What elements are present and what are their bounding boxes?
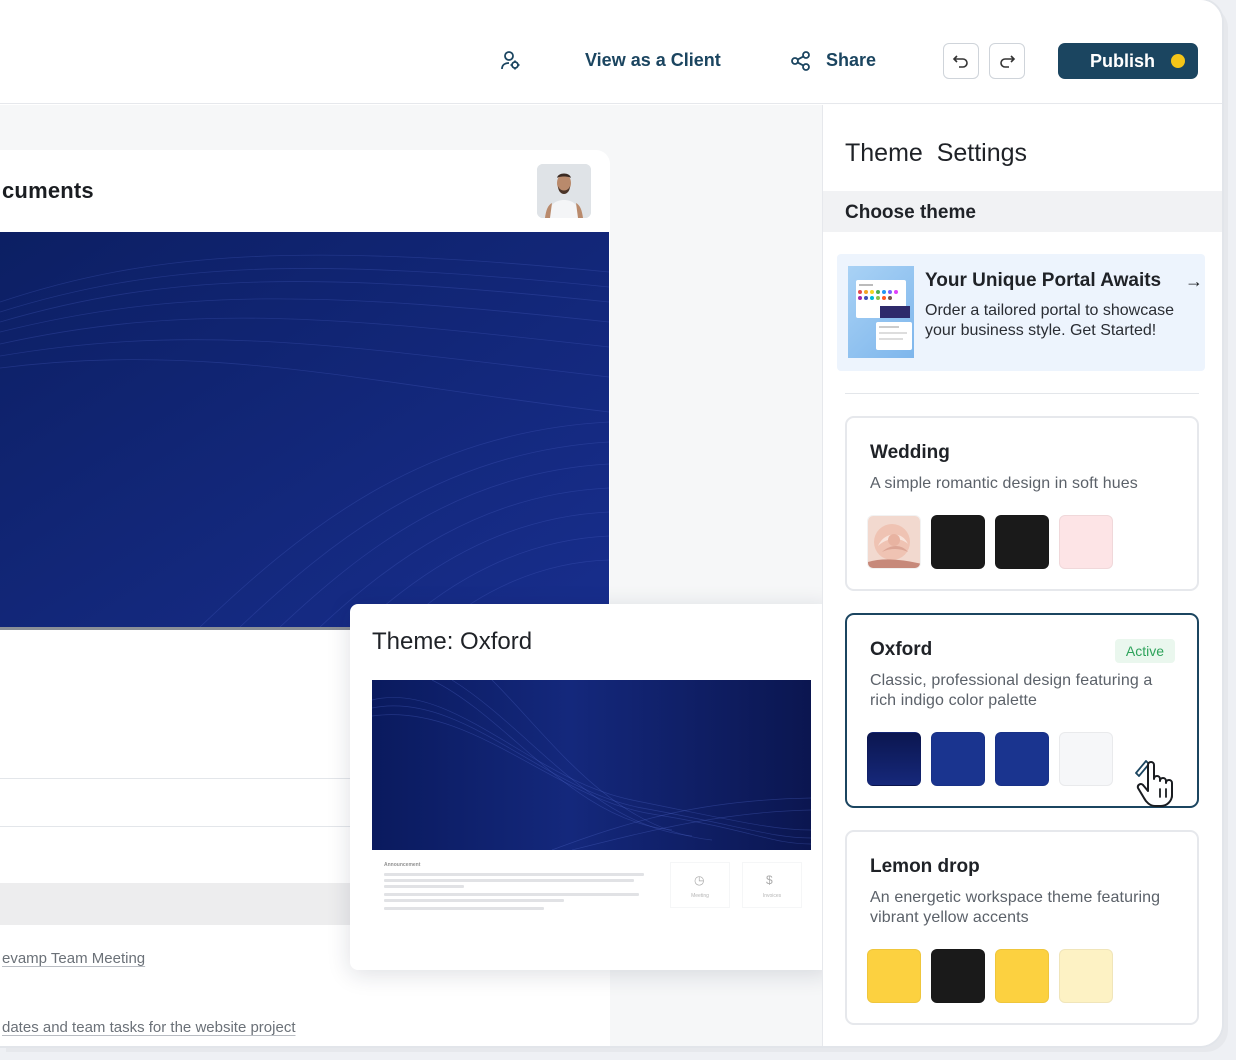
divider xyxy=(845,393,1199,394)
tile-label: Meeting xyxy=(691,893,709,899)
color-swatches xyxy=(867,732,1113,786)
share-icon[interactable] xyxy=(790,50,812,72)
section-header xyxy=(0,883,350,925)
divider xyxy=(0,826,350,827)
active-badge: Active xyxy=(1114,639,1175,663)
swatch-color xyxy=(931,732,985,786)
redo-icon xyxy=(1000,55,1016,68)
avatar[interactable] xyxy=(537,164,591,218)
custom-portal-promo[interactable]: Your Unique Portal Awaits → Order a tail… xyxy=(837,254,1205,371)
preview-title: Theme: Oxford xyxy=(372,628,533,655)
theme-picker-illustration xyxy=(856,280,912,350)
promo-thumbnail xyxy=(848,266,914,358)
page-title: cuments xyxy=(2,178,94,203)
panel-title: Theme Settings xyxy=(845,139,1028,167)
theme-description: An energetic workspace theme featuring v… xyxy=(870,889,1161,926)
theme-description: Classic, professional design featuring a… xyxy=(870,672,1153,709)
color-swatches xyxy=(867,949,1113,1003)
swatch-color xyxy=(1059,732,1113,786)
announcement-block: Announcement xyxy=(384,862,654,913)
pointer-hand-icon xyxy=(1135,760,1173,807)
event-link[interactable]: evamp Team Meeting xyxy=(2,950,145,967)
promo-heading: Your Unique Portal Awaits xyxy=(925,270,1162,291)
hero-divider xyxy=(0,627,350,630)
swatch-color xyxy=(867,949,921,1003)
clock-icon: ◷ xyxy=(694,873,705,887)
divider xyxy=(0,778,350,779)
swatch-color xyxy=(995,515,1049,569)
swatch-color xyxy=(995,949,1049,1003)
dollar-icon: $ xyxy=(766,873,773,887)
view-as-client-button[interactable]: View as a Client xyxy=(585,50,721,71)
user-photo xyxy=(537,164,591,218)
user-settings-icon[interactable] xyxy=(500,50,522,72)
color-swatches xyxy=(867,515,1113,569)
meeting-tile: ◷ Meeting xyxy=(670,862,730,908)
swatch-color xyxy=(1059,515,1113,569)
theme-name: Wedding xyxy=(870,442,950,463)
task-link[interactable]: dates and team tasks for the website pro… xyxy=(2,1019,296,1036)
undo-icon xyxy=(952,55,968,68)
share-button[interactable]: Share xyxy=(826,50,876,71)
top-toolbar: View as a Client Share Publish xyxy=(0,0,1222,104)
section-header: Choose theme xyxy=(823,191,1222,232)
arrow-right-icon: → xyxy=(1185,271,1203,291)
swatch-color xyxy=(931,515,985,569)
theme-settings-panel: Theme Settings Choose theme Your Unique … xyxy=(822,105,1222,1046)
wave-pattern xyxy=(372,680,811,850)
swatch-color xyxy=(995,732,1049,786)
unpublished-changes-dot xyxy=(1171,54,1185,68)
swatch-color xyxy=(1059,949,1113,1003)
swatch-color xyxy=(867,732,921,786)
hero-banner xyxy=(0,232,609,627)
tile-label: Invoices xyxy=(762,893,782,899)
theme-card-wedding[interactable]: Wedding A simple romantic design in soft… xyxy=(845,416,1199,591)
swatch-image xyxy=(867,515,921,569)
undo-button[interactable] xyxy=(943,43,979,79)
redo-button[interactable] xyxy=(989,43,1025,79)
theme-preview-card: Theme: Oxford Announcement ◷ Meeting $ I… xyxy=(350,604,832,970)
publish-label: Publish xyxy=(1090,50,1156,71)
preview-hero xyxy=(372,680,811,850)
theme-card-oxford[interactable]: Oxford Active Classic, professional desi… xyxy=(845,613,1199,808)
wave-pattern xyxy=(0,232,609,627)
promo-body: Order a tailored portal to showcase your… xyxy=(925,302,1175,339)
theme-card-lemon-drop[interactable]: Lemon drop An energetic workspace theme … xyxy=(845,830,1199,1025)
theme-description: A simple romantic design in soft hues xyxy=(870,475,1138,492)
invoices-tile: $ Invoices xyxy=(742,862,802,908)
rose-image xyxy=(868,516,920,568)
section-title: Choose theme xyxy=(845,202,976,223)
swatch-color xyxy=(931,949,985,1003)
publish-button[interactable]: Publish xyxy=(1058,43,1198,79)
announcement-heading: Announcement xyxy=(384,862,421,868)
theme-name: Lemon drop xyxy=(870,856,980,877)
app-window: View as a Client Share Publish cuments e… xyxy=(0,0,1222,1046)
preview-content-thumbnail: Announcement ◷ Meeting $ Invoices xyxy=(372,854,811,954)
theme-name: Oxford xyxy=(870,639,933,660)
